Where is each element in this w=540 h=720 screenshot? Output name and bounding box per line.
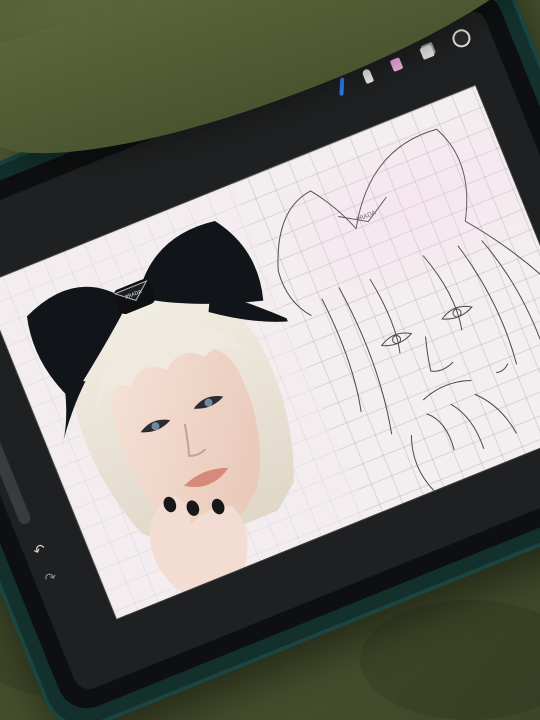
fabric-fold [360, 600, 540, 720]
photo-stage: S ↗ ↶ ↷ [0, 0, 540, 720]
eraser-icon[interactable] [389, 57, 404, 72]
brush-size-slider[interactable] [0, 410, 33, 526]
smudge-icon[interactable] [361, 68, 375, 85]
brush-icon[interactable] [339, 77, 345, 96]
layers-icon[interactable] [419, 44, 435, 61]
undo-button[interactable]: ↶ [29, 540, 50, 561]
redo-button[interactable]: ↷ [40, 568, 61, 589]
drawing-canvas[interactable]: PRADA PRADA [0, 85, 540, 619]
color-icon[interactable] [449, 26, 474, 51]
